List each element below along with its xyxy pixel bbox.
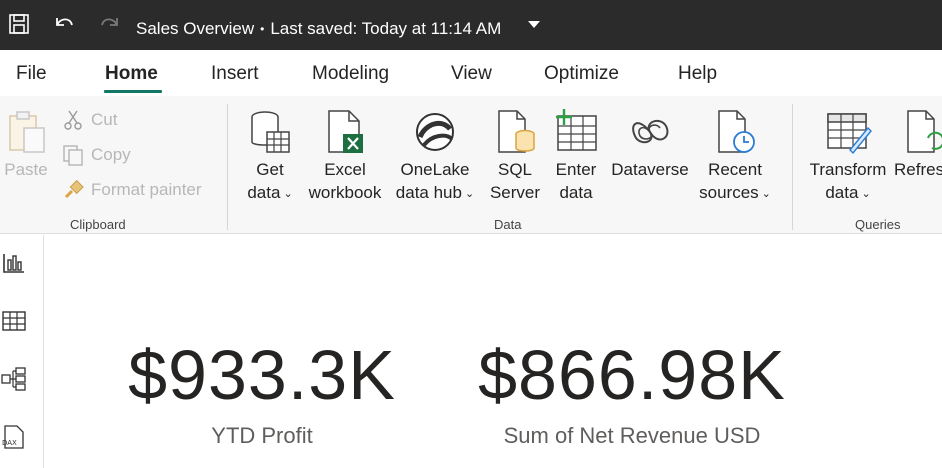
- clipboard-group-label: Clipboard: [70, 217, 126, 232]
- redo-icon[interactable]: [96, 10, 124, 38]
- enter-data-button[interactable]: Enter data: [550, 106, 602, 204]
- kpi-label: YTD Profit: [211, 423, 313, 448]
- get-data-line1: Get: [256, 160, 284, 179]
- excel-workbook-button[interactable]: Excel workbook: [303, 106, 387, 204]
- report-canvas: $933.3K YTD Profit $866.98K Sum of Net R…: [45, 235, 942, 468]
- tab-view[interactable]: View: [451, 63, 492, 85]
- chevron-down-icon: ⌄: [283, 188, 293, 200]
- paste-button[interactable]: Paste: [2, 106, 50, 181]
- cut-label: Cut: [91, 110, 118, 129]
- onelake-line1: OneLake: [400, 160, 470, 179]
- paste-label: Paste: [4, 160, 48, 179]
- paste-icon: [2, 106, 50, 158]
- format-painter-button[interactable]: Format painter: [62, 176, 202, 204]
- group-divider: [792, 104, 793, 230]
- enter-data-line2: data: [559, 183, 593, 202]
- transform-data-button[interactable]: Transform data ⌄: [806, 106, 890, 207]
- tab-home[interactable]: Home: [105, 63, 158, 85]
- database-table-icon: [246, 106, 294, 158]
- kpi-value: $866.98K: [478, 336, 786, 414]
- document-name: Sales Overview: [136, 19, 255, 38]
- refresh-icon: [894, 106, 942, 158]
- excel-icon: [321, 106, 369, 158]
- paintbrush-icon: [62, 179, 84, 201]
- svg-text:DAX: DAX: [2, 439, 17, 447]
- excel-line2: workbook: [308, 183, 382, 202]
- report-view-icon[interactable]: [0, 249, 28, 277]
- onelake-line2: data hub: [395, 183, 462, 202]
- refresh-button[interactable]: Refres: [894, 106, 942, 181]
- app-window: Sales Overview • Last saved: Today at 11…: [0, 0, 942, 468]
- sql-line1: SQL: [497, 160, 533, 179]
- table-view-icon[interactable]: [0, 307, 28, 335]
- get-data-button[interactable]: Get data ⌄: [243, 106, 297, 207]
- transform-line2: data: [825, 183, 859, 202]
- refresh-label: Refres: [894, 160, 942, 179]
- undo-icon[interactable]: [50, 10, 78, 38]
- group-divider: [227, 104, 228, 230]
- active-tab-indicator: [104, 90, 162, 93]
- copy-button[interactable]: Copy: [62, 141, 131, 169]
- model-view-icon[interactable]: [0, 365, 28, 393]
- chevron-down-icon: ⌄: [861, 188, 871, 200]
- save-icon[interactable]: [5, 10, 33, 38]
- data-group-label: Data: [494, 217, 522, 232]
- onelake-data-hub-button[interactable]: OneLake data hub ⌄: [391, 106, 479, 207]
- dataverse-button[interactable]: Dataverse: [609, 106, 691, 181]
- get-data-line2: data: [247, 183, 281, 202]
- recent-sources-icon: [711, 106, 759, 158]
- transform-data-icon: [824, 106, 872, 158]
- sql-server-icon: [491, 106, 539, 158]
- dataverse-label: Dataverse: [611, 160, 689, 179]
- queries-group-label: Queries: [855, 217, 901, 232]
- format-painter-label: Format painter: [91, 180, 202, 199]
- title-bar: Sales Overview • Last saved: Today at 11…: [0, 0, 942, 50]
- kpi-card-ytd-profit[interactable]: $933.3K YTD Profit: [117, 333, 407, 449]
- tab-help[interactable]: Help: [678, 63, 717, 85]
- copy-label: Copy: [91, 145, 131, 164]
- recent-sources-button[interactable]: Recent sources ⌄: [697, 106, 773, 207]
- kpi-label: Sum of Net Revenue USD: [503, 423, 761, 448]
- kpi-card-net-revenue[interactable]: $866.98K Sum of Net Revenue USD: [467, 333, 797, 449]
- sql-line2: Server: [489, 183, 541, 202]
- tab-insert[interactable]: Insert: [211, 63, 259, 85]
- title-separator: •: [260, 22, 265, 36]
- recent-line1: Recent: [708, 160, 762, 179]
- tab-modeling[interactable]: Modeling: [312, 63, 389, 85]
- sql-server-button[interactable]: SQL Server: [488, 106, 542, 204]
- dataverse-icon: [626, 106, 674, 158]
- recent-line2: sources: [699, 183, 759, 202]
- last-saved-text: Last saved: Today at 11:14 AM: [270, 19, 502, 38]
- title-dropdown-icon[interactable]: [528, 21, 540, 28]
- view-switcher-rail: DAX: [0, 235, 44, 468]
- dax-query-view-icon[interactable]: DAX: [0, 423, 28, 451]
- kpi-value: $933.3K: [128, 336, 396, 414]
- transform-line1: Transform: [809, 160, 887, 179]
- onelake-icon: [411, 106, 459, 158]
- enter-data-line1: Enter: [555, 160, 597, 179]
- table-add-icon: [552, 106, 600, 158]
- chevron-down-icon: ⌄: [761, 188, 771, 200]
- cut-button[interactable]: Cut: [62, 106, 117, 134]
- ribbon: Paste Cut Copy Format painter Clipboard …: [0, 96, 942, 234]
- tab-optimize[interactable]: Optimize: [544, 63, 619, 85]
- copy-icon: [62, 144, 84, 166]
- scissors-icon: [62, 109, 84, 131]
- tab-file[interactable]: File: [16, 63, 47, 85]
- excel-line1: Excel: [324, 160, 366, 179]
- chevron-down-icon: ⌄: [464, 188, 475, 200]
